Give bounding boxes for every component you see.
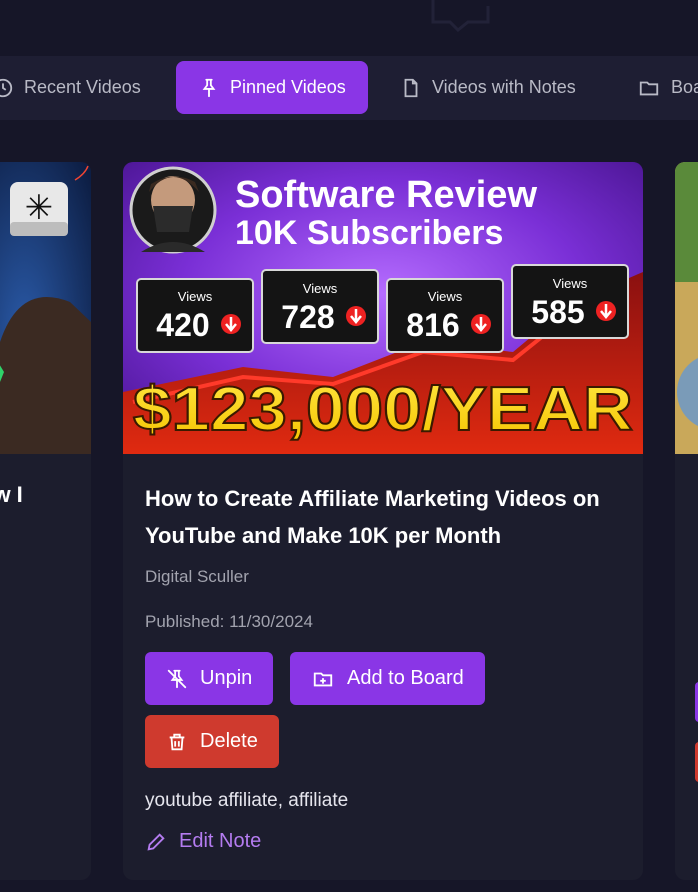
tab-label: Videos with Notes bbox=[432, 77, 576, 97]
svg-text:Views: Views bbox=[178, 289, 213, 304]
tab-bar: Recent Videos Pinned Videos Videos with … bbox=[0, 56, 698, 120]
button-label: Unpin bbox=[200, 667, 253, 689]
folder-icon bbox=[639, 81, 659, 95]
video-card: Software Review 10K Subscribers Views 42… bbox=[123, 162, 643, 880]
svg-text:Views: Views bbox=[428, 289, 463, 304]
svg-text:585: 585 bbox=[531, 294, 584, 330]
svg-text:Views: Views bbox=[553, 276, 588, 291]
tab-videos-with-notes[interactable]: Videos with Notes bbox=[400, 61, 576, 114]
tab-recent-videos[interactable]: Recent Videos bbox=[0, 61, 141, 114]
thumbnail-headline-2: 10K Subscribers bbox=[235, 214, 503, 252]
svg-text:420: 420 bbox=[156, 307, 209, 343]
unpin-button[interactable]: Unpin bbox=[145, 652, 274, 705]
svg-text:816: 816 bbox=[406, 307, 459, 343]
add-to-board-button[interactable]: Add to Board bbox=[290, 652, 485, 705]
video-card bbox=[675, 162, 698, 880]
thumbnail-stat: Views 816 bbox=[386, 278, 504, 353]
delete-button[interactable]: Delete bbox=[145, 715, 279, 768]
thumbnail-stat: Views 728 bbox=[261, 269, 379, 344]
app-page: Recent Videos Pinned Videos Videos with … bbox=[0, 0, 698, 892]
pin-icon bbox=[202, 78, 216, 97]
video-title[interactable]: ow I bbox=[0, 482, 23, 508]
logo-icon bbox=[431, 0, 490, 33]
tab-label: Pinned Videos bbox=[230, 77, 346, 97]
button-label: Add to Board bbox=[347, 667, 464, 689]
trash-icon bbox=[169, 733, 185, 750]
note-icon bbox=[404, 78, 418, 97]
pencil-icon bbox=[147, 832, 165, 851]
video-tags: youtube affiliate, affiliate bbox=[145, 790, 349, 811]
tab-pinned-videos[interactable]: Pinned Videos bbox=[176, 61, 368, 114]
video-thumbnail[interactable]: ✳ bbox=[0, 162, 91, 454]
thumbnail-stat: Views 585 bbox=[511, 264, 629, 339]
svg-text:Views: Views bbox=[303, 281, 338, 296]
thumbnail-headline-1: Software Review bbox=[235, 174, 537, 216]
thumbnail-income: $123,000/YEAR bbox=[133, 375, 633, 444]
folder-plus-icon bbox=[313, 672, 333, 686]
pin-off-icon bbox=[167, 669, 187, 688]
video-thumbnail[interactable]: Software Review 10K Subscribers Views 42… bbox=[123, 162, 643, 454]
tab-label: Recent Videos bbox=[24, 77, 141, 97]
video-card: ✳ ow I bbox=[0, 162, 91, 880]
video-thumbnail[interactable] bbox=[675, 162, 698, 454]
button-label: Delete bbox=[200, 730, 258, 752]
video-title[interactable]: How to Create Affiliate Marketing Videos… bbox=[145, 480, 615, 554]
edit-note-link[interactable]: Edit Note bbox=[145, 830, 261, 853]
tab-label: Boa bbox=[671, 77, 698, 97]
edit-note-label: Edit Note bbox=[179, 830, 262, 852]
thumbnail-stat: Views 420 bbox=[136, 278, 254, 353]
channel-name: Digital Sculler bbox=[145, 567, 249, 586]
svg-text:✳: ✳ bbox=[25, 188, 54, 228]
clock-icon bbox=[0, 78, 13, 97]
tab-boards[interactable]: Boa bbox=[637, 61, 698, 114]
svg-text:728: 728 bbox=[281, 299, 334, 335]
published-date: Published: 11/30/2024 bbox=[145, 612, 313, 631]
